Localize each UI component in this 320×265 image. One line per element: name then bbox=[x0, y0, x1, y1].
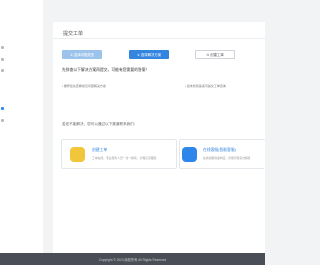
create-ticket-card[interactable]: 创建工单 工单在线，专业服务人员一对一解答，全程记录跟踪 bbox=[61, 139, 177, 169]
sidebar-item-3[interactable] bbox=[1, 67, 5, 73]
card-description: 工单在线，专业服务人员一对一解答，全程记录跟踪 bbox=[92, 156, 157, 160]
divider bbox=[53, 38, 265, 39]
tip-link-right[interactable]: • 如未找到答案可提交工单咨询 bbox=[185, 84, 226, 88]
sidebar-item-active[interactable] bbox=[1, 105, 5, 111]
chat-icon bbox=[182, 147, 197, 162]
main-panel: 提交工单 ① 选择问题类型 ② 选择解决方案 ③ 创建工单 先排查以下解决方案再… bbox=[53, 22, 265, 253]
sidebar-item-2[interactable] bbox=[1, 56, 5, 62]
copyright-text: Copyright © 2024 版权所有 All Rights Reserve… bbox=[98, 257, 167, 262]
card-title: 在线客服(智能客服) bbox=[203, 148, 236, 152]
footer: Copyright © 2024 版权所有 All Rights Reserve… bbox=[0, 253, 265, 265]
card-title: 创建工单 bbox=[92, 148, 108, 152]
solutions-heading: 先排查以下解决方案再提交，可能有您需要的答案！ bbox=[62, 68, 150, 72]
menu-icon bbox=[1, 118, 4, 122]
step-create-ticket[interactable]: ③ 创建工单 bbox=[195, 50, 235, 59]
menu-icon bbox=[1, 57, 4, 61]
step-label: ① 选择问题类型 bbox=[69, 53, 95, 57]
step-select-type[interactable]: ① 选择问题类型 bbox=[62, 50, 102, 59]
online-support-card[interactable]: 在线客服(智能客服) 在线客服快速响应，智能问答实时解答 bbox=[179, 139, 265, 169]
step-select-solution[interactable]: ② 选择解决方案 bbox=[129, 50, 169, 59]
page-title: 提交工单 bbox=[63, 31, 84, 37]
contact-heading: 若还不能解决，您可以通过以下渠道联系我们： bbox=[62, 122, 138, 126]
sidebar-item-5[interactable] bbox=[1, 117, 5, 123]
sidebar bbox=[0, 0, 43, 253]
menu-icon bbox=[1, 68, 4, 72]
step-label: ③ 创建工单 bbox=[206, 53, 224, 57]
step-label: ② 选择解决方案 bbox=[136, 53, 162, 57]
menu-icon bbox=[1, 45, 4, 49]
card-description: 在线客服快速响应，智能问答实时解答 bbox=[203, 156, 251, 160]
ticket-icon bbox=[70, 147, 85, 162]
tip-link-left[interactable]: • 推荐您先查看常见问题解决方案 bbox=[62, 84, 106, 88]
sidebar-item-1[interactable] bbox=[1, 44, 5, 50]
menu-icon bbox=[1, 106, 4, 110]
